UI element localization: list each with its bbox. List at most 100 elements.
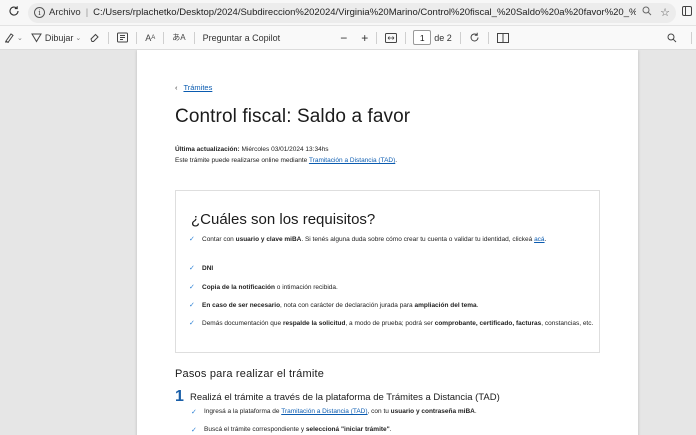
tad-link[interactable]: Tramitación a Distancia (TAD) bbox=[281, 408, 367, 415]
page-title: Control fiscal: Saldo a favor bbox=[175, 106, 411, 127]
eraser-button[interactable] bbox=[85, 32, 104, 43]
toolbar-divider bbox=[487, 31, 489, 44]
requirement-item: ✓ En caso de ser necesario, nota con car… bbox=[189, 301, 597, 311]
highlighter-button[interactable]: ⌄ bbox=[0, 32, 27, 43]
req-text: . Si tenés alguna duda sobre cómo crear … bbox=[301, 236, 535, 243]
steps-heading: Pasos para realizar el trámite bbox=[175, 368, 325, 380]
step-text: Buscá el trámite correspondiente y bbox=[204, 426, 306, 433]
step-number: 1 bbox=[175, 388, 184, 405]
chevron-down-icon: ⌄ bbox=[75, 34, 82, 42]
search-button[interactable] bbox=[663, 33, 681, 43]
requirements-card: ¿Cuáles son los requisitos? ✓ Contar con… bbox=[175, 190, 600, 353]
check-icon: ✓ bbox=[189, 236, 195, 243]
draw-button[interactable]: Dibujar ⌄ bbox=[27, 32, 85, 43]
req-bold: DNI bbox=[202, 265, 214, 272]
requirements-title: ¿Cuáles son los requisitos? bbox=[191, 211, 376, 228]
check-icon: ✓ bbox=[189, 265, 195, 272]
step-item: ✓ Ingresá a la plataforma de Tramitación… bbox=[191, 408, 477, 416]
pdf-viewer[interactable]: ‹ Trámites Control fiscal: Saldo a favor… bbox=[0, 50, 696, 435]
zoom-out-button[interactable]: − bbox=[336, 31, 351, 45]
req-bold: En caso de ser necesario bbox=[202, 302, 281, 309]
chevron-down-icon: ⌄ bbox=[17, 34, 23, 42]
step-bold: usuario y contraseña miBA bbox=[390, 408, 475, 415]
page-total: de 2 bbox=[434, 32, 452, 43]
two-page-icon bbox=[496, 32, 509, 43]
req-text: . bbox=[544, 236, 547, 243]
last-updated-label: Última actualización: bbox=[175, 146, 240, 153]
req-bold: ampliación del tema bbox=[414, 302, 477, 309]
last-updated-value: Miércoles 03/01/2024 13:34hs bbox=[241, 146, 329, 153]
fit-page-button[interactable] bbox=[381, 32, 401, 43]
breadcrumb[interactable]: ‹ Trámites bbox=[175, 83, 212, 92]
aca-link[interactable]: acá bbox=[534, 236, 544, 243]
rotate-icon bbox=[469, 32, 480, 43]
toolbar-divider bbox=[108, 31, 110, 44]
info-icon[interactable]: i bbox=[34, 7, 45, 18]
address-bar: i Archivo | C:/Users/rplachetko/Desktop/… bbox=[0, 0, 696, 26]
breadcrumb-link[interactable]: Trámites bbox=[183, 83, 212, 92]
req-bold: usuario y clave miBA bbox=[235, 236, 302, 243]
toolbar-divider bbox=[459, 31, 461, 44]
fit-page-icon bbox=[385, 32, 398, 43]
step-item: ✓ Buscá el trámite correspondiente y sel… bbox=[191, 426, 392, 434]
zoom-icon[interactable] bbox=[642, 6, 652, 19]
read-aloud-icon bbox=[117, 32, 129, 43]
copilot-button[interactable]: Preguntar a Copilot bbox=[199, 33, 285, 43]
text-icon: AA bbox=[145, 32, 156, 43]
step-title: Realizá el trámite a través de la plataf… bbox=[190, 392, 500, 403]
req-text: . bbox=[476, 302, 479, 309]
req-bold: respalde la solicitud bbox=[282, 320, 346, 327]
requirement-item: ✓ Contar con usuario y clave miBA. Si te… bbox=[189, 235, 597, 245]
toolbar-divider bbox=[376, 31, 378, 44]
check-icon: ✓ bbox=[191, 427, 197, 434]
req-text: Contar con bbox=[202, 236, 236, 243]
online-note-end: . bbox=[395, 157, 398, 164]
sidebar-icon[interactable] bbox=[682, 6, 696, 19]
pdf-toolbar: ⌄ Dibujar ⌄ AA あA Preguntar a Copilot − … bbox=[0, 26, 696, 50]
translate-button[interactable]: あA bbox=[168, 32, 189, 43]
check-icon: ✓ bbox=[189, 284, 195, 291]
check-icon: ✓ bbox=[189, 320, 195, 327]
text-button[interactable]: AA bbox=[141, 33, 159, 43]
step-text: , con tu bbox=[367, 408, 391, 415]
req-text: o intimación recibida. bbox=[274, 284, 338, 291]
page-number-input[interactable]: 1 bbox=[413, 30, 432, 45]
eraser-icon bbox=[89, 32, 100, 43]
req-text: , a modo de prueba; podrá ser bbox=[345, 320, 435, 327]
online-note: Este trámite puede realizarse online med… bbox=[175, 157, 397, 164]
step-text: . bbox=[474, 408, 477, 415]
step-text: . bbox=[389, 426, 392, 433]
draw-label: Dibujar bbox=[44, 32, 74, 43]
check-icon: ✓ bbox=[189, 302, 195, 309]
requirement-item: ✓ DNI bbox=[189, 264, 597, 274]
toolbar-divider bbox=[405, 31, 407, 44]
page-view-button[interactable] bbox=[493, 32, 513, 43]
req-bold: Copia de la notificación bbox=[202, 284, 275, 291]
req-bold: comprobante, certificado, facturas bbox=[434, 320, 542, 327]
req-text: , constancias, etc. bbox=[541, 320, 594, 327]
search-icon bbox=[667, 33, 677, 43]
toolbar-divider bbox=[691, 31, 692, 44]
translate-icon: あA bbox=[172, 33, 186, 42]
req-text: , nota con carácter de declaración jurad… bbox=[280, 302, 415, 309]
check-icon: ✓ bbox=[191, 409, 197, 416]
zoom-in-button[interactable]: + bbox=[357, 31, 372, 45]
url-bar[interactable]: i Archivo | C:/Users/rplachetko/Desktop/… bbox=[28, 2, 676, 23]
highlighter-icon bbox=[4, 32, 15, 43]
star-icon[interactable]: ☆ bbox=[660, 6, 670, 19]
source-label: Archivo bbox=[49, 7, 81, 18]
step-text: Ingresá a la plataforma de bbox=[204, 408, 282, 415]
read-aloud-button[interactable] bbox=[113, 32, 132, 43]
url-divider: | bbox=[85, 7, 89, 18]
reload-icon[interactable] bbox=[0, 5, 28, 20]
pdf-page: ‹ Trámites Control fiscal: Saldo a favor… bbox=[137, 50, 638, 435]
url-text[interactable]: C:/Users/rplachetko/Desktop/2024/Subdire… bbox=[93, 7, 636, 18]
toolbar-divider bbox=[193, 31, 195, 44]
tad-link[interactable]: Tramitación a Distancia (TAD) bbox=[309, 157, 395, 164]
req-text: Demás documentación que bbox=[202, 320, 283, 327]
last-updated: Última actualización: Miércoles 03/01/20… bbox=[175, 146, 329, 153]
rotate-button[interactable] bbox=[465, 32, 484, 43]
toolbar-divider bbox=[136, 31, 138, 44]
step-bold: seleccioná "iniciar trámite" bbox=[305, 426, 390, 433]
chevron-left-icon: ‹ bbox=[175, 83, 178, 92]
